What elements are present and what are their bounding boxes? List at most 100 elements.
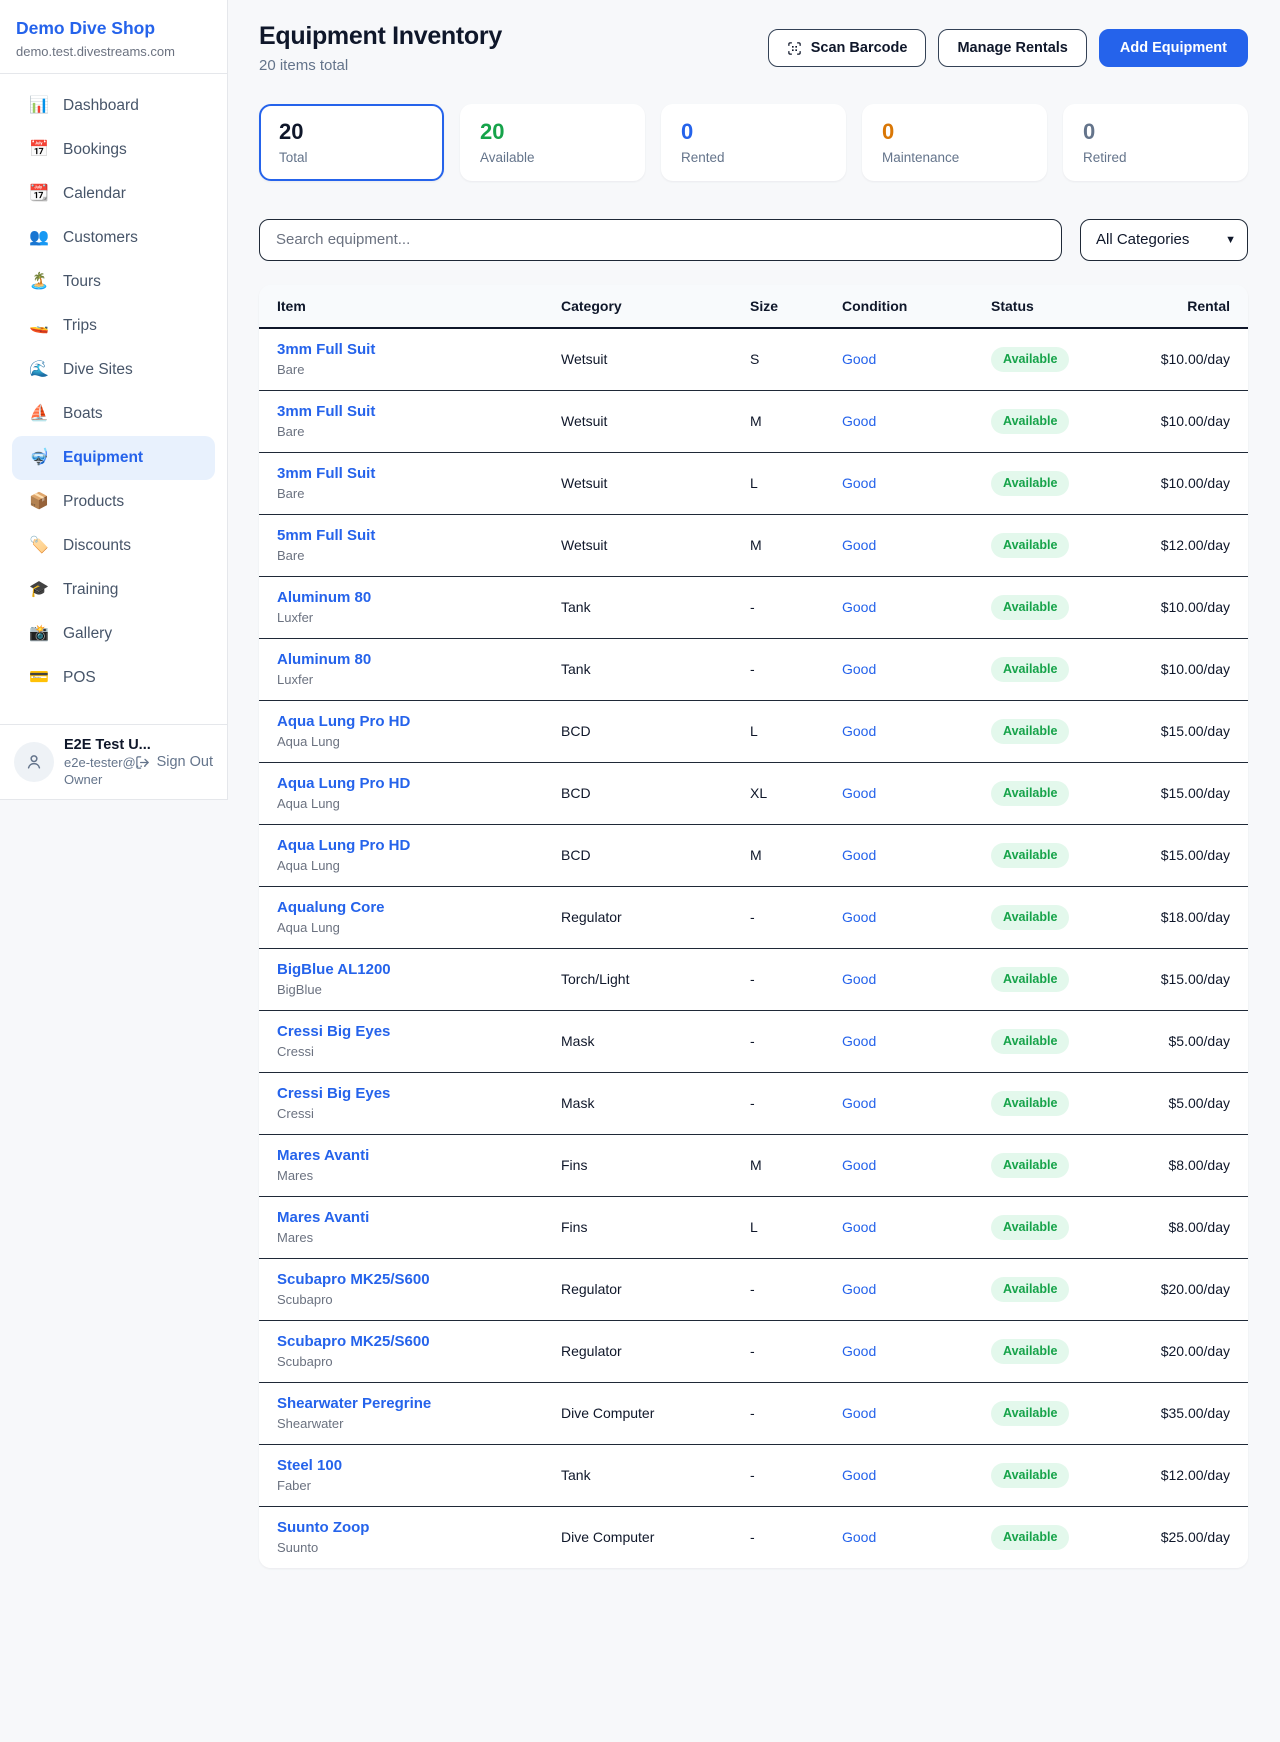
item-name-link[interactable]: Aqualung Core	[277, 898, 557, 917]
island-icon: 🏝️	[28, 274, 50, 290]
sidebar-item[interactable]: 💳 POS	[12, 656, 215, 700]
user-info: E2E Test U... e2e-tester@... Owner	[64, 737, 125, 787]
item-name-link[interactable]: Scubapro MK25/S600	[277, 1270, 557, 1289]
status-cell: Available	[991, 1463, 1141, 1488]
table-row: BigBlue AL1200 BigBlue Torch/Light - Goo…	[259, 949, 1248, 1011]
sidebar-item[interactable]: 🏝️ Tours	[12, 260, 215, 304]
column-header-rental: Rental	[1187, 298, 1230, 314]
item-name-link[interactable]: Scubapro MK25/S600	[277, 1332, 557, 1351]
category-cell: Torch/Light	[561, 971, 746, 987]
item-brand: Luxfer	[277, 610, 557, 626]
credit-card-icon: 💳	[28, 670, 50, 686]
manage-rentals-label: Manage Rentals	[957, 40, 1067, 56]
size-cell: L	[750, 475, 838, 491]
bar-chart-icon: 📊	[28, 98, 50, 114]
item-cell: Scubapro MK25/S600 Scubapro	[277, 1332, 557, 1370]
search-input[interactable]	[259, 219, 1062, 261]
item-brand: Bare	[277, 486, 557, 502]
item-name-link[interactable]: Mares Avanti	[277, 1146, 557, 1165]
item-name-link[interactable]: Shearwater Peregrine	[277, 1394, 557, 1413]
size-cell: -	[750, 971, 838, 987]
stat-card[interactable]: 20 Total	[259, 104, 444, 181]
sidebar-item[interactable]: 👥 Customers	[12, 216, 215, 260]
item-name-link[interactable]: Aluminum 80	[277, 588, 557, 607]
status-badge: Available	[991, 1215, 1069, 1240]
sidebar-item[interactable]: 🤿 Equipment	[12, 436, 215, 480]
table-row: Cressi Big Eyes Cressi Mask - Good Avail…	[259, 1073, 1248, 1135]
table-row: Mares Avanti Mares Fins L Good Available…	[259, 1197, 1248, 1259]
sidebar-item-label: Bookings	[63, 141, 127, 159]
sidebar-item[interactable]: 🎓 Training	[12, 568, 215, 612]
item-name-link[interactable]: 3mm Full Suit	[277, 340, 557, 359]
sidebar-item[interactable]: 📅 Bookings	[12, 128, 215, 172]
sidebar-item[interactable]: 📸 Gallery	[12, 612, 215, 656]
rental-cell: $15.00/day	[1161, 723, 1230, 739]
rental-cell: $35.00/day	[1161, 1405, 1230, 1421]
item-name-link[interactable]: BigBlue AL1200	[277, 960, 557, 979]
sidebar-item[interactable]: 🚤 Trips	[12, 304, 215, 348]
condition-cell: Good	[842, 537, 987, 553]
manage-rentals-button[interactable]: Manage Rentals	[938, 29, 1086, 67]
size-cell: -	[750, 1467, 838, 1483]
size-cell: -	[750, 1529, 838, 1545]
item-name-link[interactable]: 3mm Full Suit	[277, 464, 557, 483]
sidebar-item[interactable]: ⛵ Boats	[12, 392, 215, 436]
item-name-link[interactable]: Suunto Zoop	[277, 1518, 557, 1537]
sidebar-item[interactable]: 🌊 Dive Sites	[12, 348, 215, 392]
person-icon	[24, 752, 44, 772]
item-name-link[interactable]: Cressi Big Eyes	[277, 1022, 557, 1041]
add-equipment-button[interactable]: Add Equipment	[1099, 29, 1248, 67]
item-cell: Aqualung Core Aqua Lung	[277, 898, 557, 936]
stat-card[interactable]: 0 Retired	[1063, 104, 1248, 181]
category-cell: Fins	[561, 1219, 746, 1235]
category-select[interactable]: All Categories	[1080, 219, 1248, 261]
item-brand: Luxfer	[277, 672, 557, 688]
rental-cell: $15.00/day	[1161, 847, 1230, 863]
rental-cell: $18.00/day	[1161, 909, 1230, 925]
status-badge: Available	[991, 1277, 1069, 1302]
table-row: 3mm Full Suit Bare Wetsuit M Good Availa…	[259, 391, 1248, 453]
scan-barcode-button[interactable]: Scan Barcode	[768, 29, 927, 67]
item-name-link[interactable]: Aqua Lung Pro HD	[277, 836, 557, 855]
sidebar-item[interactable]: 📊 Dashboard	[12, 84, 215, 128]
item-name-link[interactable]: Steel 100	[277, 1456, 557, 1475]
item-brand: Scubapro	[277, 1354, 557, 1370]
category-cell: Wetsuit	[561, 351, 746, 367]
category-cell: Tank	[561, 1467, 746, 1483]
item-name-link[interactable]: Aqua Lung Pro HD	[277, 774, 557, 793]
stat-card[interactable]: 0 Rented	[661, 104, 846, 181]
table-row: Scubapro MK25/S600 Scubapro Regulator - …	[259, 1321, 1248, 1383]
item-brand: BigBlue	[277, 982, 557, 998]
rental-cell: $10.00/day	[1161, 661, 1230, 677]
item-name-link[interactable]: 3mm Full Suit	[277, 402, 557, 421]
brand-name[interactable]: Demo Dive Shop	[16, 18, 211, 39]
sidebar-item[interactable]: 🏷️ Discounts	[12, 524, 215, 568]
item-name-link[interactable]: Aluminum 80	[277, 650, 557, 669]
stats-row: 20 Total 20 Available 0 Rented 0 Mainten…	[259, 104, 1248, 181]
sign-out-button[interactable]: Sign Out	[135, 754, 213, 770]
item-cell: 3mm Full Suit Bare	[277, 340, 557, 378]
item-name-link[interactable]: Mares Avanti	[277, 1208, 557, 1227]
status-badge: Available	[991, 347, 1069, 372]
item-name-link[interactable]: Aqua Lung Pro HD	[277, 712, 557, 731]
item-name-link[interactable]: 5mm Full Suit	[277, 526, 557, 545]
status-cell: Available	[991, 409, 1141, 434]
size-cell: L	[750, 723, 838, 739]
status-badge: Available	[991, 1401, 1069, 1426]
sidebar-item[interactable]: 📦 Products	[12, 480, 215, 524]
table-row: Suunto Zoop Suunto Dive Computer - Good …	[259, 1507, 1248, 1568]
sign-out-label: Sign Out	[157, 754, 213, 770]
stat-card[interactable]: 0 Maintenance	[862, 104, 1047, 181]
sidebar-item[interactable]: 📆 Calendar	[12, 172, 215, 216]
item-cell: Cressi Big Eyes Cressi	[277, 1084, 557, 1122]
table-row: 3mm Full Suit Bare Wetsuit S Good Availa…	[259, 329, 1248, 391]
condition-cell: Good	[842, 1033, 987, 1049]
stat-label: Maintenance	[882, 150, 1027, 165]
stat-card[interactable]: 20 Available	[460, 104, 645, 181]
status-badge: Available	[991, 533, 1069, 558]
item-name-link[interactable]: Cressi Big Eyes	[277, 1084, 557, 1103]
sidebar-item-label: Calendar	[63, 185, 126, 203]
table-row: Aqualung Core Aqua Lung Regulator - Good…	[259, 887, 1248, 949]
status-cell: Available	[991, 595, 1141, 620]
category-cell: Regulator	[561, 1281, 746, 1297]
